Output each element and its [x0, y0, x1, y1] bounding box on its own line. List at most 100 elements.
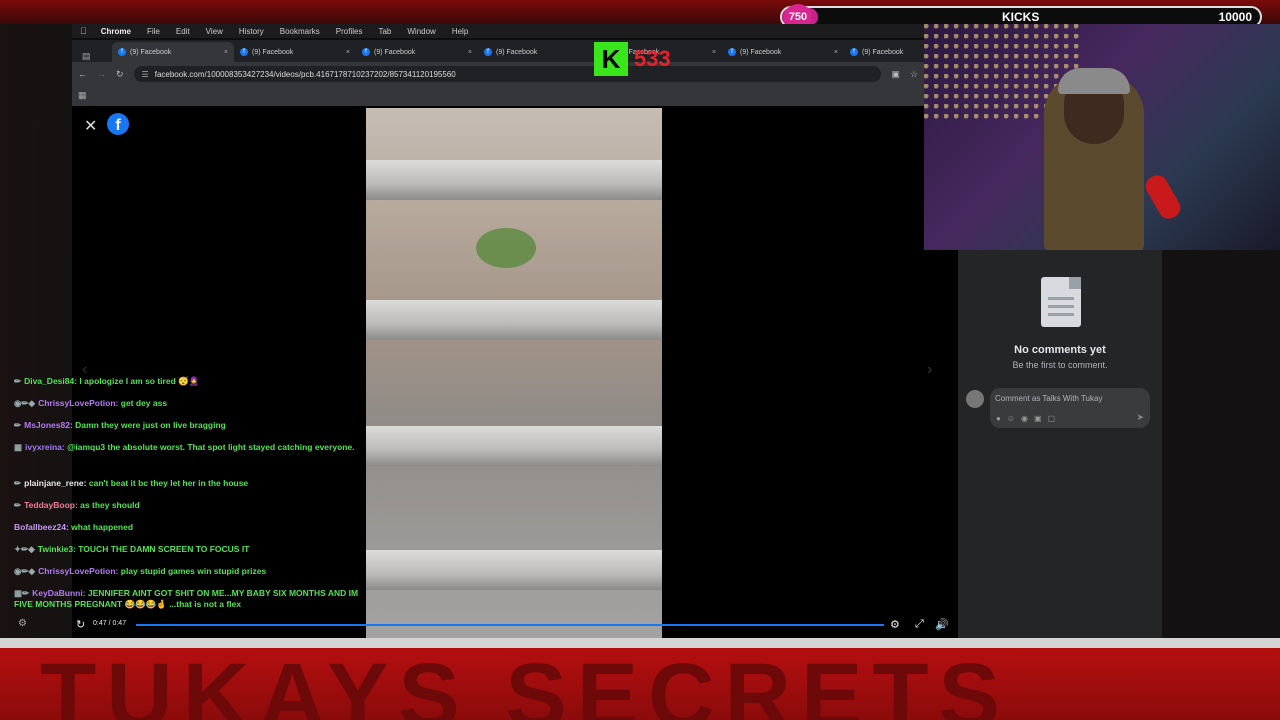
send-icon[interactable]: ➤ [1136, 412, 1144, 423]
chat-badge-icon: ✏ [14, 420, 22, 430]
menu-window[interactable]: Window [407, 27, 435, 36]
overlay-settings-icon: ⚙ [18, 618, 27, 629]
menu-bookmarks[interactable]: Bookmarks [280, 27, 320, 36]
chat-badge-icon: ✏ [14, 376, 22, 386]
chat-text: I apologize I am so tired 😴🧕 [79, 376, 200, 386]
video-frame-blind-slat [366, 550, 662, 590]
tab-title: (9) Facebook [374, 48, 416, 56]
chat-message: ✦✏◆ Twinkie3: TOUCH THE DAMN SCREEN TO FO… [14, 544, 364, 555]
tab-close-icon[interactable]: × [224, 49, 228, 56]
goal-label: KICKS [1002, 10, 1040, 24]
webcam-feed [924, 24, 1280, 250]
tab-close-icon[interactable]: × [834, 49, 838, 56]
chat-message: ✏ Diva_Desi84: I apologize I am so tired … [14, 376, 364, 387]
apple-icon[interactable]:  [80, 26, 87, 36]
no-comments-subtitle: Be the first to comment. [1012, 360, 1108, 370]
tab[interactable]: f (9) Facebook × [234, 42, 356, 62]
reload-icon[interactable]: ↻ [116, 69, 124, 80]
menu-file[interactable]: File [147, 27, 160, 36]
document-icon [1041, 277, 1081, 327]
document-line [1048, 313, 1074, 316]
video-controls: ↻ 0:47 / 0:47 ⚙ ⤢ 🔊 [72, 614, 958, 636]
menu-edit[interactable]: Edit [176, 27, 190, 36]
chat-username: Bofallbeez24 [14, 522, 66, 532]
menu-app-name[interactable]: Chrome [101, 27, 131, 36]
facebook-favicon-icon: f [728, 48, 736, 56]
avatar [966, 390, 984, 408]
menu-view[interactable]: View [206, 27, 223, 36]
chat-text: get dey ass [120, 398, 168, 408]
menu-tab[interactable]: Tab [378, 27, 391, 36]
menu-profiles[interactable]: Profiles [336, 27, 363, 36]
facebook-video-viewer: ✕ f ‹ › ↻ 0:47 / 0:47 ⚙ ⤢ 🔊 [72, 106, 958, 638]
tab-close-icon[interactable]: × [346, 49, 350, 56]
kick-counter: K 533 [594, 42, 671, 76]
tab[interactable]: f (9) Facebook [844, 42, 914, 62]
back-icon[interactable]: ← [78, 69, 87, 79]
video-progress-bar[interactable] [136, 624, 884, 626]
video-player[interactable] [366, 108, 662, 638]
chat-text: what happened [71, 522, 134, 532]
chat-badge-icon: ▦✏ [14, 588, 30, 598]
chat-text: play stupid games win stupid prizes [120, 566, 267, 576]
facebook-favicon-icon: f [484, 48, 492, 56]
forward-icon[interactable]: → [97, 69, 106, 79]
chat-message: ◉✏◆ ChrissyLovePotion: get dey ass [14, 398, 364, 409]
tab-close-icon[interactable]: × [712, 49, 716, 56]
tab-overview-icon[interactable]: ▤ [82, 51, 112, 62]
cast-icon[interactable]: ▣ [891, 69, 900, 80]
apps-grid-icon[interactable]: ▦ [78, 90, 87, 100]
chat-username: TeddayBoop [24, 500, 75, 510]
document-line [1048, 305, 1074, 308]
next-chevron-icon[interactable]: › [927, 361, 932, 379]
video-time: 0:47 / 0:47 [93, 620, 127, 627]
fullscreen-icon[interactable]: ⤢ [915, 618, 924, 631]
video-frame-blind-slat [366, 426, 662, 466]
comment-attachment-icons[interactable]: ●☺◉▣▢ [996, 414, 1061, 423]
tab[interactable]: f (9) Facebook [478, 42, 600, 62]
chat-text: TOUCH THE DAMN SCREEN TO FOCUS IT [78, 544, 250, 554]
goal-target: 10000 [1218, 10, 1252, 24]
comment-input[interactable]: Comment as Talks With Tukay ●☺◉▣▢ ➤ [990, 388, 1150, 428]
chat-badge-icon: ◉✏◆ [14, 566, 36, 576]
chat-message: ✏ TeddayBoop: as they should [14, 500, 364, 511]
bookmarks-bar: ▦ [72, 86, 924, 106]
tab[interactable]: f (9) Facebook × [356, 42, 478, 62]
video-frame-blind-slat [366, 300, 662, 340]
comment-placeholder: Comment as Talks With Tukay [995, 394, 1103, 403]
settings-gear-icon[interactable]: ⚙ [890, 618, 900, 631]
bookmark-star-icon[interactable]: ☆ [910, 69, 918, 80]
facebook-favicon-icon: f [362, 48, 370, 56]
video-frame-bush [476, 228, 536, 268]
chat-message: ✏ plainjane_rene: can't beat it bc they l… [14, 478, 364, 489]
chat-username: Twinkie3 [37, 544, 74, 554]
chat-username: ChrissyLovePotion [38, 566, 116, 576]
chat-message: ▦ ivyxreina: @iamqu3 the absolute worst. … [14, 442, 364, 453]
chat-badge-icon: ✏ [14, 500, 22, 510]
chat-message: Bofallbeez24: what happened [14, 522, 364, 533]
chat-username: Diva_Desi84 [24, 376, 75, 386]
tab-title: (9) Facebook [862, 48, 904, 56]
chat-username: plainjane_rene [24, 478, 84, 488]
menu-history[interactable]: History [239, 27, 264, 36]
address-bar[interactable]: ☰ facebook.com/100008353427234/videos/pc… [133, 66, 882, 82]
chat-text: can't beat it bc they let her in the hou… [88, 478, 249, 488]
chat-message: ◉✏◆ ChrissyLovePotion: play stupid games … [14, 566, 364, 577]
tab-close-icon[interactable]: × [468, 49, 472, 56]
document-line [1048, 297, 1074, 300]
overlay-right-panel [1162, 250, 1280, 638]
chat-username: ChrissyLovePotion [38, 398, 116, 408]
tab[interactable]: f (9) Facebook × [112, 42, 234, 62]
tab-title: (9) Facebook [130, 48, 172, 56]
menu-help[interactable]: Help [452, 27, 468, 36]
replay-icon[interactable]: ↻ [76, 618, 85, 631]
tab[interactable]: f (9) Facebook × [722, 42, 844, 62]
banner-text: TUKAYS SECRETS [40, 645, 1010, 720]
close-icon[interactable]: ✕ [84, 116, 97, 136]
chat-badge-icon: ◉✏◆ [14, 398, 36, 408]
video-frame-blind-slat [366, 160, 662, 200]
chat-text: @iamqu3 the absolute worst. That spot li… [67, 442, 355, 452]
facebook-logo-icon[interactable]: f [107, 113, 129, 135]
volume-icon[interactable]: 🔊 [935, 618, 949, 631]
site-info-icon[interactable]: ☰ [142, 70, 149, 79]
